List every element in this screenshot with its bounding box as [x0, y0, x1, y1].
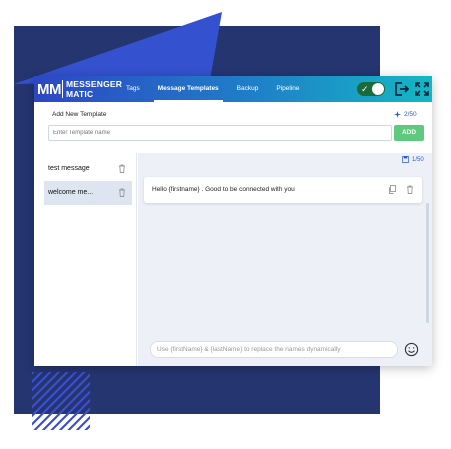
template-list: test message welcome me... [34, 153, 137, 366]
trash-icon[interactable] [406, 185, 414, 194]
toggle-knob [372, 83, 384, 95]
message-input[interactable]: Use {firstName} & {lastName} to replace … [150, 341, 398, 358]
tab-tags[interactable]: Tags [126, 76, 140, 102]
logo-text-line1: MESSENGER [66, 79, 123, 89]
sparkle-icon [394, 111, 401, 118]
logout-icon[interactable] [393, 81, 410, 97]
check-icon: ✓ [361, 84, 369, 94]
main-nav: Tags Message Templates Backup Pipeline [126, 76, 318, 102]
expand-icon[interactable] [414, 81, 430, 97]
copy-icon[interactable] [388, 185, 396, 194]
template-counter: 2/50 [394, 111, 417, 118]
template-name: welcome me... [48, 189, 94, 196]
emoji-icon[interactable] [404, 342, 419, 357]
stage: MM MESSENGER MATIC Tags Message Template… [0, 0, 451, 449]
message-counter: 1/50 [402, 156, 424, 163]
logo-text-line2: MATIC [66, 89, 94, 99]
list-item[interactable]: welcome me... [44, 181, 132, 205]
top-bar: MM MESSENGER MATIC Tags Message Template… [34, 76, 432, 102]
tab-message-templates[interactable]: Message Templates [153, 76, 223, 102]
trash-icon[interactable] [118, 188, 126, 197]
template-counter-text: 2/50 [404, 111, 417, 118]
decorative-stripes [32, 372, 90, 430]
save-icon [402, 156, 409, 163]
tab-pipeline[interactable]: Pipeline [276, 76, 299, 102]
scrollbar[interactable] [426, 203, 429, 323]
list-item[interactable]: test message [44, 157, 132, 181]
template-name-input[interactable] [48, 125, 392, 141]
message-card[interactable]: Hello {firstname} . Good to be connected… [144, 177, 422, 203]
tab-backup[interactable]: Backup [237, 76, 259, 102]
logo-mark: MM [37, 80, 62, 98]
logo-divider [62, 80, 63, 98]
trash-icon[interactable] [118, 164, 126, 173]
add-button[interactable]: ADD [394, 125, 424, 141]
add-template-label: Add New Template [52, 111, 107, 118]
logo-text: MESSENGER MATIC [66, 79, 122, 99]
messages-panel: 1/50 Hello {firstname} . Good to be conn… [138, 153, 432, 366]
app-window: MM MESSENGER MATIC Tags Message Template… [34, 76, 432, 366]
message-counter-text: 1/50 [412, 156, 424, 163]
enable-toggle[interactable]: ✓ [357, 82, 385, 96]
template-name: test message [48, 165, 90, 172]
message-text: Hello {firstname} . Good to be connected… [152, 186, 295, 193]
